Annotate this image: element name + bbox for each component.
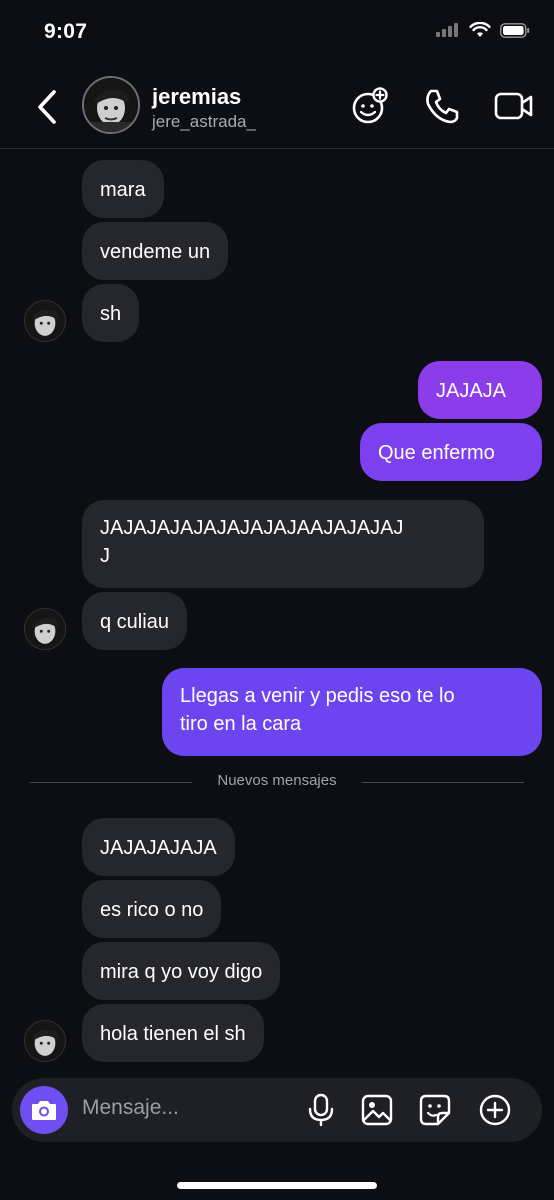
microphone-icon[interactable] xyxy=(304,1093,338,1127)
wifi-icon xyxy=(469,22,491,37)
sender-avatar[interactable] xyxy=(24,608,66,650)
status-time: 9:07 xyxy=(44,20,88,43)
contact-name[interactable]: jeremias xyxy=(152,84,241,110)
camera-button[interactable] xyxy=(20,1086,68,1134)
phone-icon[interactable] xyxy=(422,86,462,126)
new-messages-divider: Nuevos mensajes xyxy=(217,772,337,789)
battery-icon xyxy=(500,22,530,38)
message-incoming[interactable]: mira q yo voy digo xyxy=(82,942,281,1000)
message-incoming[interactable]: JAJAJAJAJA xyxy=(82,818,235,876)
effects-icon[interactable] xyxy=(350,86,390,126)
avatar-photo xyxy=(25,1021,65,1061)
message-outgoing[interactable]: Que enfermo xyxy=(360,423,542,481)
sticker-icon[interactable] xyxy=(418,1093,452,1127)
sender-avatar[interactable] xyxy=(24,300,66,342)
avatar-photo xyxy=(25,301,65,341)
message-composer[interactable]: Mensaje... xyxy=(12,1078,542,1142)
contact-avatar[interactable] xyxy=(82,76,140,134)
message-incoming[interactable]: sh xyxy=(82,284,140,342)
back-chevron-icon[interactable] xyxy=(30,88,64,126)
message-incoming[interactable]: es rico o no xyxy=(82,880,222,938)
message-outgoing[interactable]: JAJAJA xyxy=(418,361,542,419)
chat-header: jeremias jere_astrada_ xyxy=(0,66,554,149)
status-bar: 9:07 xyxy=(0,0,554,66)
home-indicator[interactable] xyxy=(177,1182,377,1189)
signal-icon xyxy=(436,23,458,37)
message-incoming[interactable]: q culiau xyxy=(82,592,187,650)
message-incoming[interactable]: vendeme un xyxy=(82,222,229,280)
avatar-photo xyxy=(84,78,138,132)
video-icon[interactable] xyxy=(494,86,534,126)
message-outgoing[interactable]: Llegas a venir y pedis eso te lo tiro en… xyxy=(162,668,542,756)
avatar-photo xyxy=(25,609,65,649)
camera-icon xyxy=(32,1101,56,1120)
message-input[interactable]: Mensaje... xyxy=(82,1096,179,1120)
message-incoming[interactable]: JAJAJAJAJAJAJAJAJAAJAJAJAJ J xyxy=(82,500,484,588)
plus-icon[interactable] xyxy=(478,1093,512,1127)
sender-avatar[interactable] xyxy=(24,1020,66,1062)
status-indicators xyxy=(436,22,530,38)
message-incoming[interactable]: hola tienen el sh xyxy=(82,1004,264,1062)
message-incoming[interactable]: mara xyxy=(82,160,164,218)
contact-username[interactable]: jere_astrada_ xyxy=(152,112,256,132)
gallery-icon[interactable] xyxy=(360,1093,394,1127)
